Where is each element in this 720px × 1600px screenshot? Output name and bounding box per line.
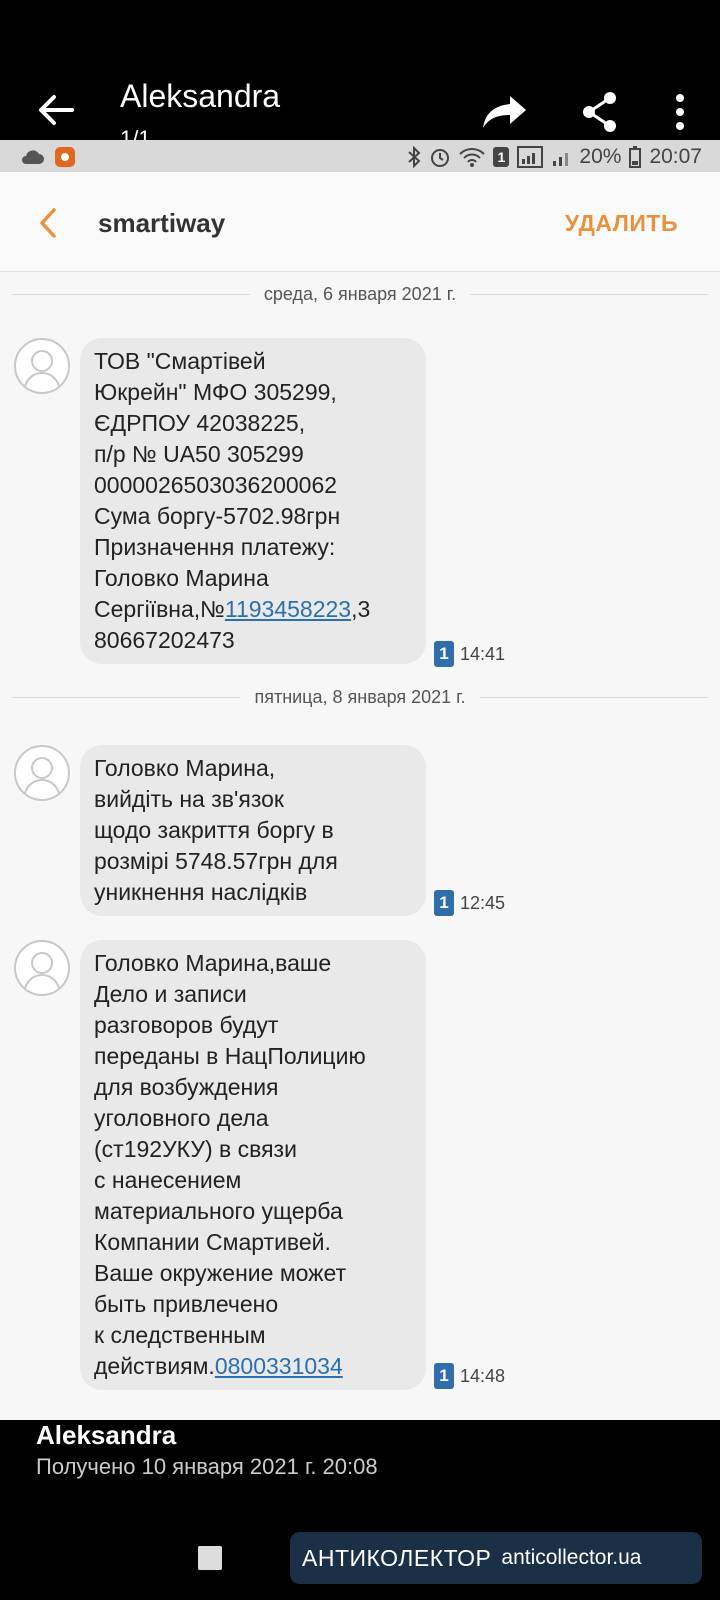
sim-badge: 1 — [493, 147, 510, 167]
sim-badge: 1 — [434, 641, 454, 667]
wifi-icon — [459, 148, 486, 167]
battery-icon — [629, 146, 642, 168]
message-time: 12:45 — [460, 892, 506, 913]
viewer-title: Aleksandra — [120, 78, 281, 114]
message-bubble[interactable]: ТОВ "Смартівей Юкрейн" МФО 305299, ЄДРПО… — [80, 338, 426, 664]
screenshot: 1 20% 20:07 smartiway УДАЛИТЬ среда, 6 я… — [0, 140, 720, 1420]
message-time: 14:48 — [460, 1365, 506, 1386]
received-date: Получено 10 января 2021 г. 20:08 — [36, 1454, 378, 1479]
person-icon — [24, 757, 60, 794]
sim-badge: 1 — [434, 890, 454, 916]
share-icon[interactable] — [580, 90, 620, 134]
message-meta: 1 12:45 — [434, 890, 505, 916]
forward-icon[interactable] — [480, 90, 530, 134]
message-time: 14:41 — [460, 643, 506, 664]
alarm-icon — [431, 149, 450, 167]
message-meta: 1 14:48 — [434, 1363, 505, 1389]
person-icon — [24, 350, 60, 387]
message-link[interactable]: 0800331034 — [215, 1353, 343, 1379]
watermark: АНТИКОЛЕКТОР anticollector.ua — [290, 1532, 702, 1584]
bluetooth-icon — [408, 146, 421, 168]
sender-name: Aleksandra — [36, 1420, 177, 1450]
sim-badge: 1 — [434, 1363, 454, 1389]
delete-button[interactable]: УДАЛИТЬ — [565, 210, 678, 237]
status-bar: 1 20% 20:07 — [0, 140, 720, 172]
cloud-icon — [22, 150, 44, 164]
signal-icon — [517, 146, 544, 168]
avatar[interactable] — [14, 338, 70, 394]
signal-2-icon — [553, 153, 569, 166]
date-separator: пятница, 8 января 2021 г. — [12, 685, 709, 709]
app-notification-icon — [55, 147, 75, 167]
person-icon — [24, 952, 60, 989]
message-link[interactable]: 1193458223 — [225, 596, 351, 622]
message-bubble[interactable]: Головко Марина,ваше Дело и записи разгов… — [80, 940, 426, 1390]
watermark-brand: АНТИКОЛЕКТОР — [302, 1544, 492, 1571]
message-text: Головко Марина,ваше Дело и записи разгов… — [94, 950, 366, 1379]
chevron-left-icon[interactable] — [34, 206, 64, 240]
message-bubble[interactable]: Головко Марина, вийдіть на зв'язок щодо … — [80, 745, 426, 916]
watermark-url: anticollector.ua — [501, 1546, 642, 1569]
date-label: пятница, 8 января 2021 г. — [254, 686, 466, 707]
back-arrow-icon[interactable] — [34, 88, 78, 132]
status-time: 20:07 — [649, 145, 702, 168]
avatar[interactable] — [14, 940, 70, 996]
more-vert-icon[interactable] — [668, 92, 692, 132]
stop-icon[interactable] — [198, 1546, 222, 1570]
conversation-title: smartiway — [98, 208, 226, 238]
details-panel: Aleksandra Получено 10 января 2021 г. 20… — [0, 1420, 720, 1600]
date-separator: среда, 6 января 2021 г. — [12, 282, 708, 306]
avatar[interactable] — [14, 745, 70, 801]
battery-percent: 20% — [579, 145, 622, 168]
viewer-toolbar: Aleksandra 1/1 — [0, 0, 720, 151]
message-text: ТОВ "Смартівей Юкрейн" МФО 305299, ЄДРПО… — [94, 348, 341, 622]
date-label: среда, 6 января 2021 г. — [263, 283, 457, 304]
message-meta: 1 14:41 — [434, 641, 505, 667]
message-text: Головко Марина, вийдіть на зв'язок щодо … — [94, 755, 338, 905]
app-header: smartiway УДАЛИТЬ — [0, 172, 720, 272]
